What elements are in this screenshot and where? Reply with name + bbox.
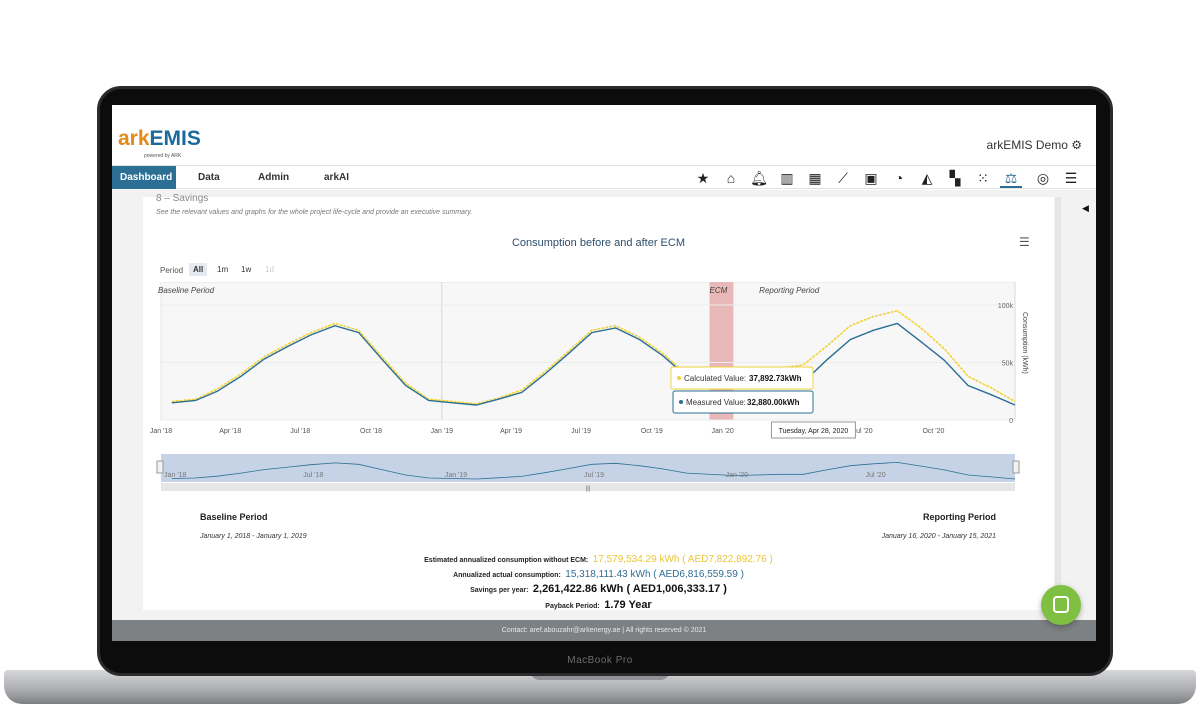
- database-icon[interactable]: ☰: [1060, 168, 1082, 188]
- calculator-icon[interactable]: ▦: [804, 168, 826, 188]
- range-1m-button[interactable]: 1m: [213, 263, 232, 276]
- dots-grid-icon[interactable]: ⁙: [972, 168, 994, 188]
- range-1d-button: 1d: [265, 265, 274, 274]
- navigator-tick-label: Jul '18: [303, 472, 323, 479]
- y-axis-title: Consumption (kWh): [1021, 312, 1028, 374]
- x-tick-label: Apr '18: [219, 428, 241, 435]
- logo-tagline: powered by ARK: [144, 153, 182, 159]
- x-tick-label: Jan '19: [431, 428, 453, 435]
- footer: Contact: aref.abouzahr@arkenergy.ae | Al…: [112, 620, 1096, 641]
- y-tick-label: 100k: [998, 303, 1014, 310]
- navigator-tick-label: Jan '20: [726, 472, 748, 479]
- tooltip-measured-value: 32,880.00kWh: [747, 398, 800, 407]
- x-tick-label: Jan '18: [150, 428, 172, 435]
- gauge-icon[interactable]: ◔: [888, 168, 910, 188]
- collapse-arrow-icon[interactable]: ◀: [1082, 203, 1089, 214]
- band-label: ECM: [710, 286, 728, 295]
- savings-card: 8 – Savings See the relevant values and …: [143, 193, 1054, 613]
- y-tick-label: 0: [1009, 418, 1013, 425]
- bar-chart-icon[interactable]: ▥: [776, 168, 798, 188]
- line-chart-icon[interactable]: ⟋: [832, 168, 854, 188]
- navigator-right-handle: [1012, 460, 1020, 474]
- laptop-frame: MacBook Pro arkEMIS powered by ARK arkEM…: [0, 0, 1200, 710]
- payback-label: Payback Period:: [545, 603, 600, 610]
- reporting-period-dates: January 16, 2020 - January 15, 2021: [881, 533, 996, 540]
- without-ecm-label: Estimated annualized consumption without…: [424, 557, 589, 564]
- logo-text-ark: ark: [118, 127, 150, 150]
- logo-text-emis: EMIS: [149, 127, 201, 150]
- tab-data[interactable]: Data: [198, 166, 220, 189]
- consumption-chart[interactable]: Baseline Period ECM Reporting Period 0 50k 10…: [143, 282, 1054, 497]
- payback-row: Payback Period: 1.79 Year: [143, 595, 1054, 613]
- baseline-period-label: Baseline Period: [200, 512, 268, 522]
- x-tick-label: Apr '19: [500, 428, 522, 435]
- baseline-period-dates: January 1, 2018 - January 1, 2019: [200, 533, 307, 540]
- chart-title: Consumption before and after ECM: [511, 237, 686, 249]
- scale-icon[interactable]: ⚖: [1000, 168, 1022, 188]
- navigator-tick-label: Jan '18: [164, 472, 186, 479]
- tab-dashboard[interactable]: Dashboard: [112, 166, 176, 189]
- reporting-period-label: Reporting Period: [922, 512, 996, 522]
- app-screen: arkEMIS powered by ARK arkEMIS Demo ⚙ Da…: [112, 105, 1096, 641]
- navigator-tick-label: Jan '19: [445, 472, 467, 479]
- section-subtitle: See the relevant values and graphs for t…: [156, 209, 473, 216]
- tooltip-measured-dot: [679, 400, 683, 404]
- tooltip-date: Tuesday, Apr 28, 2020: [779, 428, 849, 435]
- y-tick-label: 50k: [1002, 361, 1014, 368]
- tooltip-calculated-dot: [677, 376, 681, 380]
- plot-area: [160, 282, 1016, 421]
- range-all-button[interactable]: All: [189, 263, 208, 276]
- tooltip-calculated-value: 37,892.73kWh: [749, 374, 802, 383]
- period-label: Period: [160, 266, 184, 275]
- chat-icon: [1053, 596, 1069, 613]
- star-icon[interactable]: ★: [692, 168, 714, 188]
- x-tick-label: Oct '19: [641, 428, 663, 435]
- app-logo[interactable]: arkEMIS powered by ARK: [118, 127, 201, 159]
- payback-value: 1.79 Year: [604, 599, 652, 611]
- device-label: MacBook Pro: [567, 655, 633, 666]
- user-menu[interactable]: arkEMIS Demo ⚙: [987, 138, 1082, 152]
- x-tick-label: Oct '20: [922, 428, 944, 435]
- bell-icon[interactable]: 🔔︎: [748, 168, 770, 188]
- money-icon[interactable]: ▣: [860, 168, 882, 188]
- x-tick-label: Jan '20: [711, 428, 733, 435]
- home-icon[interactable]: ⌂: [720, 168, 742, 188]
- navigator-left-handle: [156, 460, 164, 474]
- hamburger-menu-icon[interactable]: ☰: [1019, 235, 1030, 249]
- chat-button[interactable]: [1041, 585, 1081, 625]
- savings-label: Savings per year:: [470, 587, 529, 594]
- grid-icon[interactable]: ▚: [944, 168, 966, 188]
- scrollbar[interactable]: [1055, 197, 1061, 610]
- actual-consumption-label: Annualized actual consumption:: [453, 572, 561, 579]
- tab-admin[interactable]: Admin: [258, 166, 289, 189]
- savings-value: 2,261,422.86 kWh ( AED1,006,333.17 ): [532, 583, 727, 595]
- section-title: 8 – Savings: [156, 193, 209, 204]
- tab-arkai[interactable]: arkAI: [324, 166, 349, 189]
- x-tick-label: Jul '18: [290, 428, 310, 435]
- x-tick-label: Jul '19: [571, 428, 591, 435]
- band-label: Reporting Period: [759, 286, 820, 295]
- navigator-tick-label: Jul '19: [584, 472, 604, 479]
- area-chart-icon[interactable]: ◭: [916, 168, 938, 188]
- band-label: Baseline Period: [158, 286, 215, 295]
- navigator-scroll-grip: |||: [586, 486, 591, 492]
- tooltip-measured-label: Measured Value:: [686, 398, 746, 407]
- main-navbar: Dashboard Data Admin arkAI ★ ⌂ 🔔︎ ▥ ▦ ⟋ …: [112, 165, 1096, 189]
- x-tick-label: Oct '18: [360, 428, 382, 435]
- target-icon[interactable]: ◎: [1032, 168, 1054, 188]
- range-1w-button[interactable]: 1w: [237, 263, 255, 276]
- navigator-tick-label: Jul '20: [866, 472, 886, 479]
- tooltip-calculated-label: Calculated Value:: [684, 374, 746, 383]
